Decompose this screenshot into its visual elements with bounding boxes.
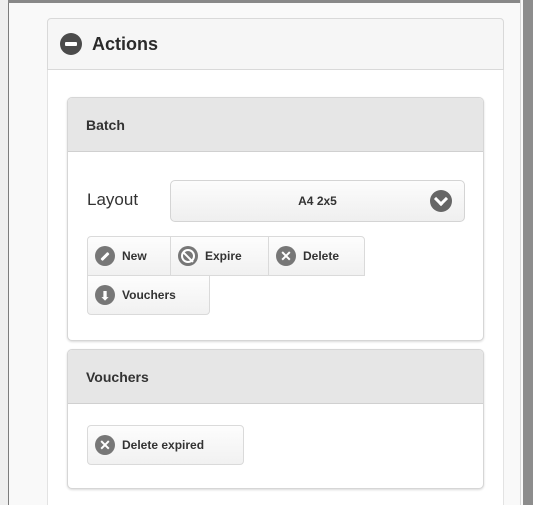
ban-icon (178, 246, 198, 266)
batch-panel-title: Batch (68, 98, 483, 152)
delete-expired-label: Delete expired (122, 438, 205, 452)
vouchers-button-label: Vouchers (122, 288, 176, 302)
vouchers-panel: Vouchers ✕ Delete expired (67, 349, 484, 489)
arrow-down-circle-icon: ⬇ (95, 285, 115, 305)
right-scroll-strip (523, 0, 533, 505)
x-circle-icon: ✕ (95, 435, 115, 455)
minus-circle-icon[interactable] (60, 33, 82, 55)
layout-select-value: A4 2x5 (298, 194, 337, 208)
batch-panel: Batch Layout A4 2x5 New Expire ✕ Delete … (67, 97, 484, 341)
left-frame-edge (0, 0, 8, 505)
chevron-down-circle-icon (430, 190, 452, 212)
actions-collapsible-header[interactable]: Actions (47, 18, 504, 70)
delete-expired-button[interactable]: ✕ Delete expired (87, 425, 244, 465)
layout-label: Layout (87, 190, 139, 209)
vouchers-panel-title: Vouchers (68, 350, 483, 404)
new-button-label: New (122, 249, 147, 263)
pencil-icon (95, 246, 115, 266)
delete-button-label: Delete (303, 249, 340, 263)
x-circle-icon: ✕ (276, 246, 296, 266)
download-vouchers-button[interactable]: ⬇ Vouchers (87, 275, 210, 315)
new-batch-button[interactable]: New (87, 236, 171, 276)
expire-button-label: Expire (205, 249, 242, 263)
expire-batch-button[interactable]: Expire (170, 236, 269, 276)
delete-batch-button[interactable]: ✕ Delete (268, 236, 365, 276)
layout-select[interactable]: A4 2x5 (170, 180, 465, 222)
actions-title: Actions (92, 33, 159, 54)
